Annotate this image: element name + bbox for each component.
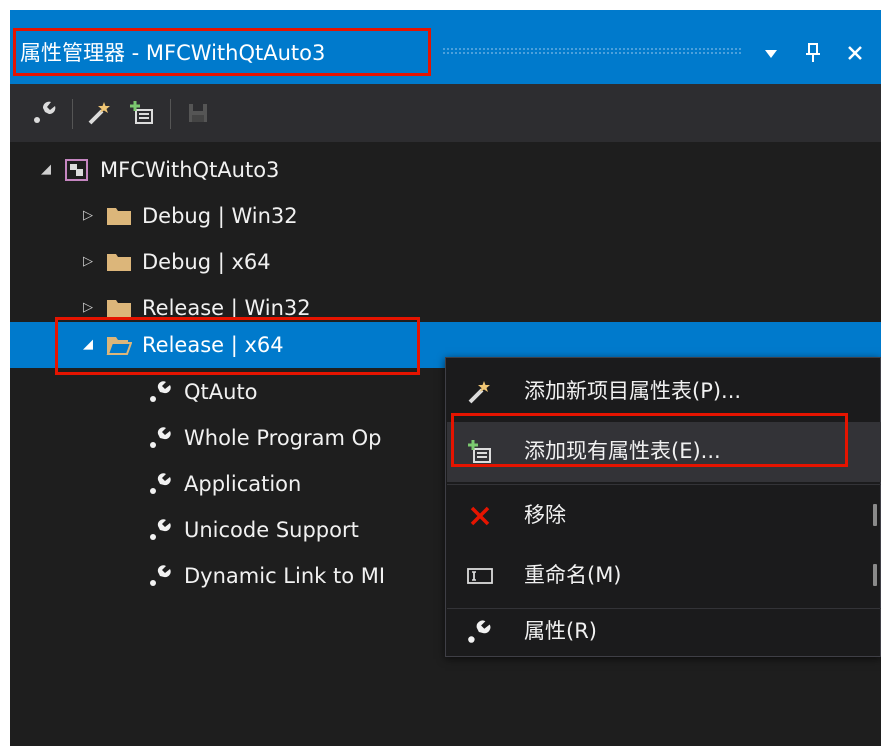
chevron-down-icon (765, 50, 777, 58)
wrench-icon (150, 427, 171, 448)
folder-icon (107, 254, 131, 271)
wrench-icon (150, 519, 171, 540)
tree-node-config[interactable]: ▷ Debug | Win32 (10, 193, 881, 239)
tree-node-config[interactable]: ▷ Debug | x64 (10, 239, 881, 285)
menu-item-remove[interactable]: 移除 (447, 486, 881, 546)
menu-item-label: 添加新项目属性表(P)... (524, 379, 742, 403)
menu-item-rename[interactable]: 重命名(M) (447, 546, 881, 606)
expanded-arrow-icon[interactable]: ◢ (38, 161, 54, 177)
close-button[interactable] (840, 38, 870, 71)
remove-x-icon (463, 500, 497, 532)
wrench-icon (150, 473, 171, 494)
window-position-dropdown-button[interactable] (756, 38, 786, 69)
menu-item-label: 重命名(M) (524, 563, 622, 587)
title-grip[interactable] (442, 47, 742, 55)
property-sheet-label: Dynamic Link to MI (184, 564, 386, 588)
menu-item-label: 移除 (524, 503, 566, 527)
collapsed-arrow-icon[interactable]: ▷ (80, 207, 96, 223)
save-icon (189, 104, 207, 122)
add-new-property-sheet-button[interactable] (84, 97, 116, 129)
tree-node-project[interactable]: ◢ MFCWithQtAuto3 (10, 147, 881, 193)
property-sheet-label: Unicode Support (184, 518, 359, 542)
auto-hide-pin-button[interactable] (798, 38, 828, 73)
folder-icon (107, 208, 131, 225)
menu-item-label: 属性(R) (524, 619, 597, 643)
property-sheet-label: Application (184, 472, 302, 496)
menu-divider (447, 484, 881, 485)
selection-annotation-box (55, 317, 420, 375)
properties-button[interactable] (28, 97, 60, 129)
toolbar-divider (72, 99, 73, 129)
close-icon (848, 46, 862, 60)
menu-item-properties[interactable]: 属性(R) (447, 602, 881, 662)
property-manager-panel: 属性管理器 - MFCWithQtAuto3 ◢ MFCWithQtAuto3 … (10, 10, 881, 746)
menu-shortcut-edge (873, 564, 877, 586)
config-label: Debug | x64 (142, 250, 271, 274)
magic-wand-icon (88, 102, 110, 125)
add-existing-property-sheet-button[interactable] (126, 97, 158, 129)
context-menu: 添加新项目属性表(P)... 添加现有属性表(E)... 移除 重命名(M) 属… (445, 357, 881, 657)
menu-annotation-box (451, 413, 848, 467)
save-button[interactable] (182, 97, 214, 129)
magic-wand-icon (463, 376, 497, 408)
config-label: Debug | Win32 (142, 204, 298, 228)
collapsed-arrow-icon[interactable]: ▷ (80, 299, 96, 315)
toolbar-divider (170, 99, 171, 129)
rename-icon (463, 560, 497, 592)
menu-shortcut-edge (873, 504, 877, 526)
add-existing-sheet-icon (130, 101, 153, 124)
title-annotation-box (13, 28, 431, 76)
property-sheet-label: QtAuto (184, 380, 258, 404)
wrench-icon (150, 381, 171, 402)
project-icon (65, 159, 88, 181)
wrench-icon (150, 565, 171, 586)
property-sheet-label: Whole Program Op (184, 426, 382, 450)
pin-icon (806, 43, 820, 62)
toolbar (10, 84, 881, 142)
collapsed-arrow-icon[interactable]: ▷ (80, 253, 96, 269)
wrench-icon (34, 101, 56, 123)
project-label: MFCWithQtAuto3 (100, 158, 280, 182)
wrench-icon (463, 616, 497, 648)
